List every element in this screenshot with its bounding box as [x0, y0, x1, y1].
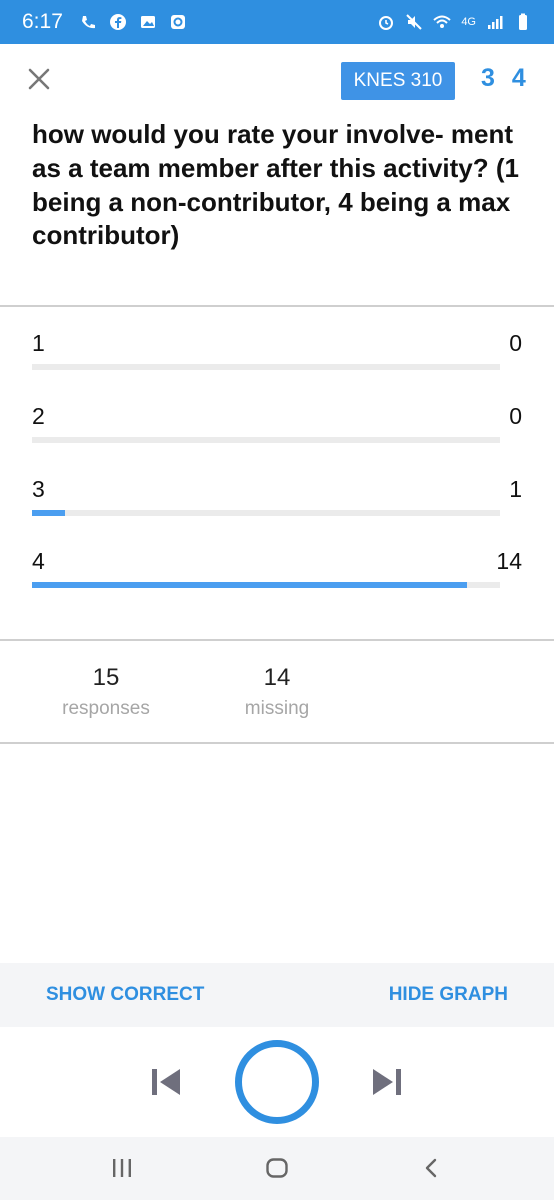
- gallery-icon: [140, 16, 155, 28]
- result-bar: [32, 582, 468, 588]
- missing-stat: 14 missing: [227, 664, 327, 720]
- row-label: 2: [32, 403, 45, 429]
- facebook-icon: [109, 14, 126, 30]
- responses-label: responses: [62, 698, 150, 719]
- wifi-calling-icon: [81, 16, 95, 29]
- mute-icon: [406, 14, 423, 30]
- missing-count: 14: [263, 664, 291, 691]
- result-row-3: 3 1: [32, 476, 522, 536]
- recent-apps-icon[interactable]: [110, 1157, 134, 1179]
- row-label: 1: [32, 330, 45, 356]
- row-label: 3: [32, 476, 45, 502]
- battery-icon: [519, 13, 527, 30]
- back-icon[interactable]: [420, 1156, 444, 1180]
- hide-graph-button[interactable]: HIDE GRAPH: [389, 984, 508, 1006]
- missing-label: missing: [244, 698, 310, 719]
- response-counter: 3 4: [481, 64, 531, 92]
- row-count: 0: [509, 403, 522, 429]
- status-left-icons: [79, 13, 187, 31]
- result-row-2: 2 0: [32, 403, 522, 463]
- alarm-icon: [379, 16, 394, 30]
- status-time: 6:17: [22, 10, 63, 33]
- responses-stat: 15 responses: [56, 664, 156, 720]
- result-bar: [32, 510, 65, 516]
- result-bar-track: [32, 582, 500, 588]
- status-right-icons: 4G: [377, 13, 532, 31]
- result-row-4: 4 14: [32, 548, 522, 608]
- close-icon[interactable]: [24, 64, 54, 94]
- result-bar-track: [32, 364, 500, 370]
- row-count: 0: [509, 330, 522, 356]
- show-correct-button[interactable]: SHOW CORRECT: [46, 984, 204, 1006]
- action-bar: SHOW CORRECT HIDE GRAPH: [0, 963, 554, 1027]
- signal-icon: [488, 16, 503, 29]
- course-badge[interactable]: KNES 310: [341, 62, 455, 100]
- result-bar-track: [32, 437, 500, 443]
- skip-previous-icon[interactable]: [150, 1067, 182, 1097]
- divider: [0, 305, 554, 307]
- divider: [0, 639, 554, 641]
- result-bar-track: [32, 510, 500, 516]
- wifi-icon: [433, 15, 451, 28]
- home-icon[interactable]: [265, 1157, 289, 1179]
- row-count: 14: [496, 548, 522, 574]
- record-button[interactable]: [235, 1040, 319, 1124]
- divider: [0, 742, 554, 744]
- skip-next-icon[interactable]: [371, 1067, 403, 1097]
- question-text: how would you rate your involve- ment as…: [32, 119, 519, 251]
- result-row-1: 1 0: [32, 330, 522, 390]
- row-label: 4: [32, 548, 45, 574]
- responses-count: 15: [92, 664, 120, 691]
- row-count: 1: [509, 476, 522, 502]
- player-controls: [0, 1027, 554, 1137]
- status-bar: 6:17 4G: [0, 0, 554, 44]
- lte-icon: 4G: [461, 16, 476, 28]
- system-nav-bar: [0, 1137, 554, 1200]
- app-icon: [170, 15, 185, 29]
